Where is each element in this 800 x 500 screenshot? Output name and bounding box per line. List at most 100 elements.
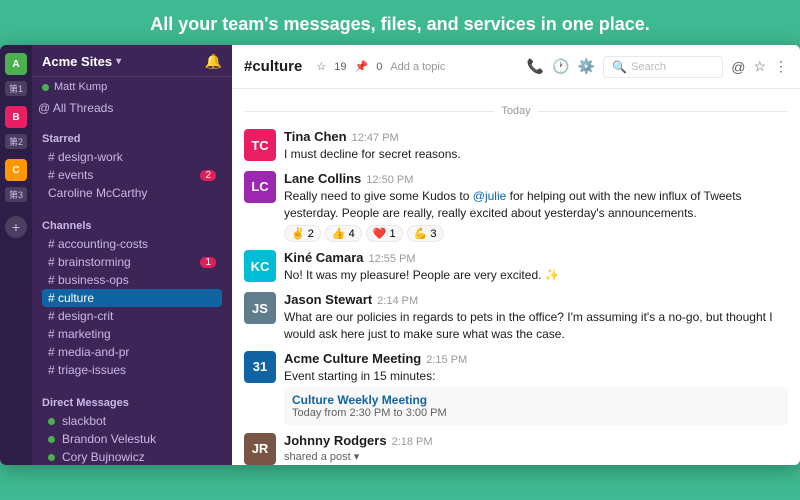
workspace-num-3: 第3 — [5, 187, 27, 202]
message-time: 12:55 PM — [368, 253, 415, 265]
sidebar-item-culture[interactable]: # culture — [42, 289, 222, 307]
message-time: 2:18 PM — [392, 436, 433, 448]
phone-icon[interactable]: 📞 — [527, 58, 544, 75]
brainstorming-badge: 1 — [200, 257, 216, 268]
channel-stars: ☆ 19 📌 0 — [316, 60, 382, 73]
events-badge: 2 — [200, 170, 216, 181]
date-divider: Today — [232, 105, 800, 117]
user-status-dot — [42, 84, 49, 91]
message-kine-camara: KC Kiné Camara 12:55 PM No! It was my pl… — [232, 246, 800, 288]
header-actions: 📞 🕐 ⚙️ 🔍 Search @ ☆ ⋮ — [527, 56, 788, 78]
message-text: Event starting in 15 minutes: — [284, 368, 788, 385]
calendar-card: Culture Weekly Meeting Today from 2:30 P… — [284, 387, 788, 425]
author-name: Acme Culture Meeting — [284, 351, 421, 366]
message-body: Johnny Rodgers 2:18 PM shared a post ▾ 📄… — [284, 433, 788, 465]
notifications-bell-icon[interactable]: 🔔 — [205, 53, 222, 70]
workspace-icon-3[interactable]: C — [5, 159, 27, 181]
chevron-down-icon: ▾ — [116, 56, 121, 67]
sidebar: Acme Sites ▾ 🔔 Matt Kump @ All Threads S… — [32, 45, 232, 465]
avatar-johnny: JR — [244, 433, 276, 465]
sidebar-item-accounting[interactable]: # accounting-costs — [42, 235, 222, 253]
banner-headline: All your team's messages, files, and ser… — [0, 14, 800, 35]
message-meta: Johnny Rodgers 2:18 PM — [284, 433, 788, 448]
messages-area: Today TC Tina Chen 12:47 PM I must decli… — [232, 89, 800, 465]
sidebar-header: Acme Sites ▾ 🔔 — [32, 45, 232, 77]
workspace-name[interactable]: Acme Sites ▾ — [42, 54, 121, 69]
settings-icon[interactable]: ⚙️ — [578, 58, 595, 75]
star-icon[interactable]: ☆ — [316, 60, 326, 73]
sidebar-item-design-work[interactable]: # design-work — [42, 148, 222, 166]
message-meta: Jason Stewart 2:14 PM — [284, 292, 788, 307]
sidebar-item-triage[interactable]: # triage-issues — [42, 361, 222, 379]
workspace-icon-2[interactable]: B — [5, 106, 27, 128]
pin-count: 0 — [376, 61, 382, 73]
username-label: Matt Kump — [54, 81, 107, 93]
pin-icon: 📌 — [354, 60, 368, 73]
author-name: Kiné Camara — [284, 250, 363, 265]
message-time: 2:14 PM — [377, 295, 418, 307]
star2-icon[interactable]: ☆ — [753, 58, 766, 75]
calendar-time: Today from 2:30 PM to 3:00 PM — [292, 407, 780, 419]
message-meta: Lane Collins 12:50 PM — [284, 171, 788, 186]
message-time: 2:15 PM — [426, 354, 467, 366]
search-box[interactable]: 🔍 Search — [603, 56, 723, 78]
message-body: Kiné Camara 12:55 PM No! It was my pleas… — [284, 250, 788, 284]
search-placeholder: Search — [631, 61, 666, 73]
reaction-flex[interactable]: 💪 3 — [407, 225, 444, 242]
sidebar-item-events[interactable]: # events 2 — [42, 166, 222, 184]
clock-icon[interactable]: 🕐 — [552, 58, 569, 75]
message-text: Really need to give some Kudos to @julie… — [284, 188, 788, 222]
sidebar-item-design-crit[interactable]: # design-crit — [42, 307, 222, 325]
reactions: ✌️ 2 👍 4 ❤️ 1 💪 3 — [284, 225, 788, 242]
sidebar-item-brainstorming[interactable]: # brainstorming 1 — [42, 253, 222, 271]
all-threads-item[interactable]: @ All Threads — [32, 99, 232, 117]
dm-slackbot[interactable]: slackbot — [42, 412, 222, 430]
avatar-jason: JS — [244, 292, 276, 324]
message-meta: Acme Culture Meeting 2:15 PM — [284, 351, 788, 366]
channels-label: Channels — [42, 220, 222, 232]
status-dot — [48, 436, 55, 443]
status-dot — [48, 454, 55, 461]
dm-section: Direct Messages slackbot Brandon Velestu… — [32, 389, 232, 465]
avatar-lane: LC — [244, 171, 276, 203]
author-name: Jason Stewart — [284, 292, 372, 307]
mention-julie[interactable]: @julie — [473, 189, 507, 203]
reaction-thumbs[interactable]: 👍 4 — [325, 225, 362, 242]
author-name: Johnny Rodgers — [284, 433, 387, 448]
author-name: Tina Chen — [284, 129, 347, 144]
star-count: 19 — [334, 61, 346, 73]
message-body: Lane Collins 12:50 PM Really need to giv… — [284, 171, 788, 243]
dm-brandon[interactable]: Brandon Velestuk — [42, 430, 222, 448]
message-body: Jason Stewart 2:14 PM What are our polic… — [284, 292, 788, 343]
avatar-tina: TC — [244, 129, 276, 161]
message-text: What are our policies in regards to pets… — [284, 309, 788, 343]
channel-title: #culture — [244, 58, 302, 75]
message-body: Acme Culture Meeting 2:15 PM Event start… — [284, 351, 788, 425]
avatar-kine: KC — [244, 250, 276, 282]
channels-section: Channels # accounting-costs # brainstorm… — [32, 212, 232, 381]
reaction-heart[interactable]: ❤️ 1 — [366, 225, 403, 242]
sidebar-item-business-ops[interactable]: # business-ops — [42, 271, 222, 289]
sidebar-item-caroline[interactable]: Caroline McCarthy — [42, 184, 222, 202]
add-workspace-button[interactable]: + — [5, 216, 27, 238]
workspace-num-2: 第2 — [5, 134, 27, 149]
sidebar-item-media-and-pr[interactable]: # media-and-pr — [42, 343, 222, 361]
message-time: 12:47 PM — [352, 132, 399, 144]
reaction-victory[interactable]: ✌️ 2 — [284, 225, 321, 242]
workspace-switcher: A 第1 B 第2 C 第3 + — [0, 45, 32, 465]
shared-post-label: shared a post ▾ — [284, 450, 788, 463]
channel-name: #culture — [244, 58, 302, 75]
message-body: Tina Chen 12:47 PM I must decline for se… — [284, 129, 788, 163]
add-topic-button[interactable]: Add a topic — [390, 61, 445, 73]
at-icon[interactable]: @ — [731, 59, 745, 75]
message-meta: Tina Chen 12:47 PM — [284, 129, 788, 144]
sidebar-item-marketing[interactable]: # marketing — [42, 325, 222, 343]
more-icon[interactable]: ⋮ — [774, 58, 788, 75]
message-calendar-event: 31 Acme Culture Meeting 2:15 PM Event st… — [232, 347, 800, 429]
workspace-icon-1[interactable]: A — [5, 53, 27, 75]
calendar-event-link[interactable]: Culture Weekly Meeting — [292, 393, 780, 407]
message-text: I must decline for secret reasons. — [284, 146, 788, 163]
message-time: 12:50 PM — [366, 174, 413, 186]
starred-label: Starred — [42, 133, 222, 145]
dm-cory[interactable]: Cory Bujnowicz — [42, 448, 222, 465]
